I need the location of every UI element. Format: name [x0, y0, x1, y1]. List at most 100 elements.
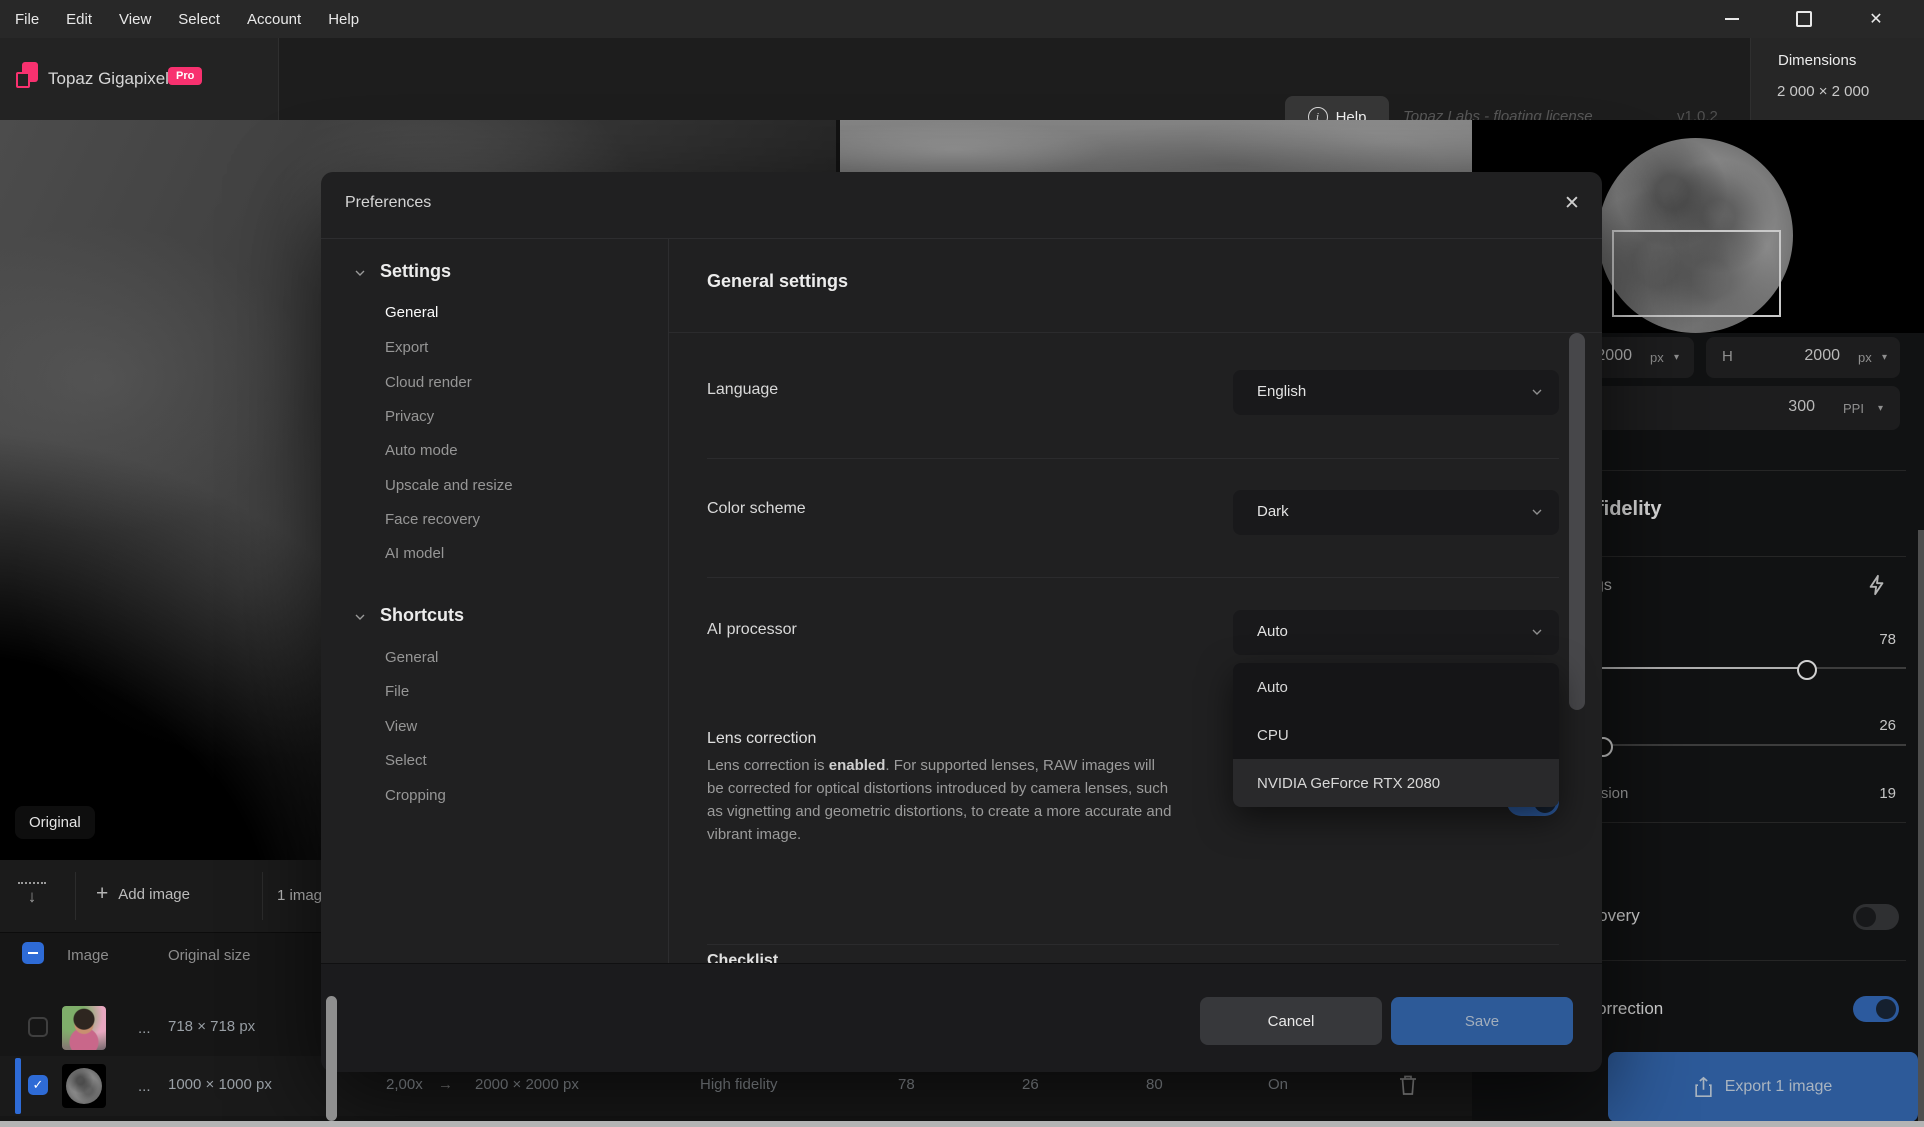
window-bottom-edge: [0, 1121, 1924, 1127]
height-field[interactable]: H 2000 px ▾: [1706, 337, 1900, 378]
sidebar-item-shortcuts-cropping[interactable]: Cropping: [385, 787, 446, 804]
clipped-next-section-heading: Checklist: [707, 952, 778, 963]
menu-account[interactable]: Account: [247, 11, 301, 28]
selected-row-indicator: [15, 1058, 21, 1114]
menu-select[interactable]: Select: [178, 11, 220, 28]
auto-settings-button[interactable]: [1866, 573, 1888, 597]
original-size-cell: 1000 × 1000 px: [168, 1076, 272, 1093]
content-divider: [669, 332, 1602, 333]
slider1-handle[interactable]: [1797, 660, 1817, 680]
dropdown-option-cpu[interactable]: CPU: [1233, 711, 1559, 759]
unit-dropdown-icon[interactable]: ▾: [1878, 403, 1883, 414]
check-icon: ✓: [33, 1077, 44, 1093]
navigator-viewport-rect[interactable]: [1612, 230, 1781, 317]
face-recovery-cell: On: [1268, 1076, 1288, 1093]
menu-bar: File Edit View Select Account Help: [0, 0, 1924, 38]
dialog-footer: Cancel Save: [321, 963, 1602, 1072]
value2-cell: 26: [1022, 1076, 1039, 1093]
plus-icon: +: [96, 882, 108, 906]
tray-scrollbar[interactable]: [326, 996, 337, 1121]
scale-cell: 2,00x: [386, 1076, 423, 1093]
original-badge: Original: [15, 806, 95, 839]
slider1-track[interactable]: [1805, 667, 1906, 669]
unit-dropdown-icon[interactable]: ▾: [1882, 352, 1887, 363]
add-image-label: Add image: [118, 886, 190, 903]
row-checkbox[interactable]: ✓: [28, 1075, 48, 1095]
slider2-track[interactable]: [1601, 744, 1906, 746]
window-minimize-button[interactable]: [1718, 0, 1746, 38]
save-button[interactable]: Save: [1391, 997, 1573, 1045]
select-all-checkbox[interactable]: [22, 942, 44, 964]
dialog-close-button[interactable]: ✕: [1564, 192, 1580, 215]
height-value: 2000: [1746, 347, 1840, 365]
export-button[interactable]: Export 1 image: [1608, 1052, 1918, 1122]
sidebar-item-shortcuts-view[interactable]: View: [385, 718, 417, 735]
chevron-down-icon: [1529, 384, 1545, 400]
color-scheme-select[interactable]: Dark: [1233, 490, 1559, 535]
dimensions-label: Dimensions: [1778, 52, 1856, 69]
resolution-value: 300: [1720, 398, 1815, 416]
sidebar-item-cloud-render[interactable]: Cloud render: [385, 374, 472, 391]
menu-help[interactable]: Help: [328, 11, 359, 28]
app-window: File Edit View Select Account Help ✕ Top…: [0, 0, 1924, 1127]
sidebar-item-auto-mode[interactable]: Auto mode: [385, 442, 458, 459]
sidebar-section-settings[interactable]: Settings: [380, 261, 451, 282]
sidebar-item-upscale-and-resize[interactable]: Upscale and resize: [385, 477, 513, 494]
face-recovery-toggle[interactable]: [1853, 904, 1899, 930]
ai-processor-value: Auto: [1257, 623, 1288, 640]
export-button-label: Export 1 image: [1725, 1078, 1833, 1096]
sidebar-item-face-recovery[interactable]: Face recovery: [385, 511, 480, 528]
ai-processor-label: AI processor: [707, 621, 797, 639]
window-maximize-button[interactable]: [1790, 0, 1818, 38]
app-title: Topaz Gigapixel™: [48, 69, 178, 89]
height-unit: px: [1858, 350, 1872, 365]
image-thumbnail: [62, 1006, 106, 1050]
sidebar-section-shortcuts[interactable]: Shortcuts: [380, 605, 464, 626]
sidebar-item-privacy[interactable]: Privacy: [385, 408, 434, 425]
unit-dropdown-icon[interactable]: ▾: [1674, 352, 1679, 363]
row-divider: [707, 577, 1559, 578]
filename-ellipsis: ...: [138, 1020, 151, 1037]
sidebar-item-ai-model[interactable]: AI model: [385, 545, 444, 562]
sidebar-item-shortcuts-select[interactable]: Select: [385, 752, 427, 769]
delete-image-button[interactable]: [1398, 1074, 1418, 1096]
menu-file[interactable]: File: [15, 11, 39, 28]
row-checkbox[interactable]: [28, 1017, 48, 1037]
share-export-icon: [1694, 1076, 1713, 1098]
lens-correction-toggle[interactable]: [1853, 996, 1899, 1022]
dropdown-option-nvidia[interactable]: NVIDIA GeForce RTX 2080: [1233, 759, 1559, 807]
panel-scrollbar[interactable]: [1918, 530, 1924, 1121]
toggle-knob: [1876, 999, 1896, 1019]
width-unit: px: [1650, 350, 1664, 365]
language-label: Language: [707, 381, 778, 399]
add-image-button[interactable]: + Add image: [96, 882, 190, 906]
lens-correction-heading: Lens correction: [707, 730, 816, 748]
toggle-knob: [1856, 907, 1876, 927]
value3-cell: 80: [1146, 1076, 1163, 1093]
settings-section-chevron[interactable]: [352, 265, 368, 281]
ai-processor-select[interactable]: Auto: [1233, 610, 1559, 655]
trash-icon: [1398, 1074, 1418, 1096]
arrow-right-icon: →: [438, 1076, 453, 1093]
window-close-button[interactable]: ✕: [1862, 0, 1890, 38]
shortcuts-section-chevron[interactable]: [352, 609, 368, 625]
column-header-image: Image: [67, 947, 109, 964]
cancel-button[interactable]: Cancel: [1200, 997, 1382, 1045]
general-settings-heading: General settings: [707, 271, 848, 292]
sidebar-item-export[interactable]: Export: [385, 339, 428, 356]
dialog-scrollbar[interactable]: [1569, 333, 1585, 710]
sidebar-item-general[interactable]: General: [385, 304, 438, 321]
sidebar-item-shortcuts-file[interactable]: File: [385, 683, 409, 700]
toolbar-separator: [262, 872, 263, 920]
resolution-unit: PPI: [1843, 401, 1864, 416]
output-size-cell: 2000 × 2000 px: [475, 1076, 579, 1093]
chevron-down-icon: [352, 609, 368, 625]
language-select[interactable]: English: [1233, 370, 1559, 415]
dropdown-option-auto[interactable]: Auto: [1233, 663, 1559, 711]
collapse-tray-icon[interactable]: ↓: [18, 882, 46, 914]
menu-view[interactable]: View: [119, 11, 151, 28]
topaz-logo-icon-outline: [16, 72, 30, 88]
sidebar-item-shortcuts-general[interactable]: General: [385, 649, 438, 666]
menu-edit[interactable]: Edit: [66, 11, 92, 28]
color-scheme-value: Dark: [1257, 503, 1289, 520]
